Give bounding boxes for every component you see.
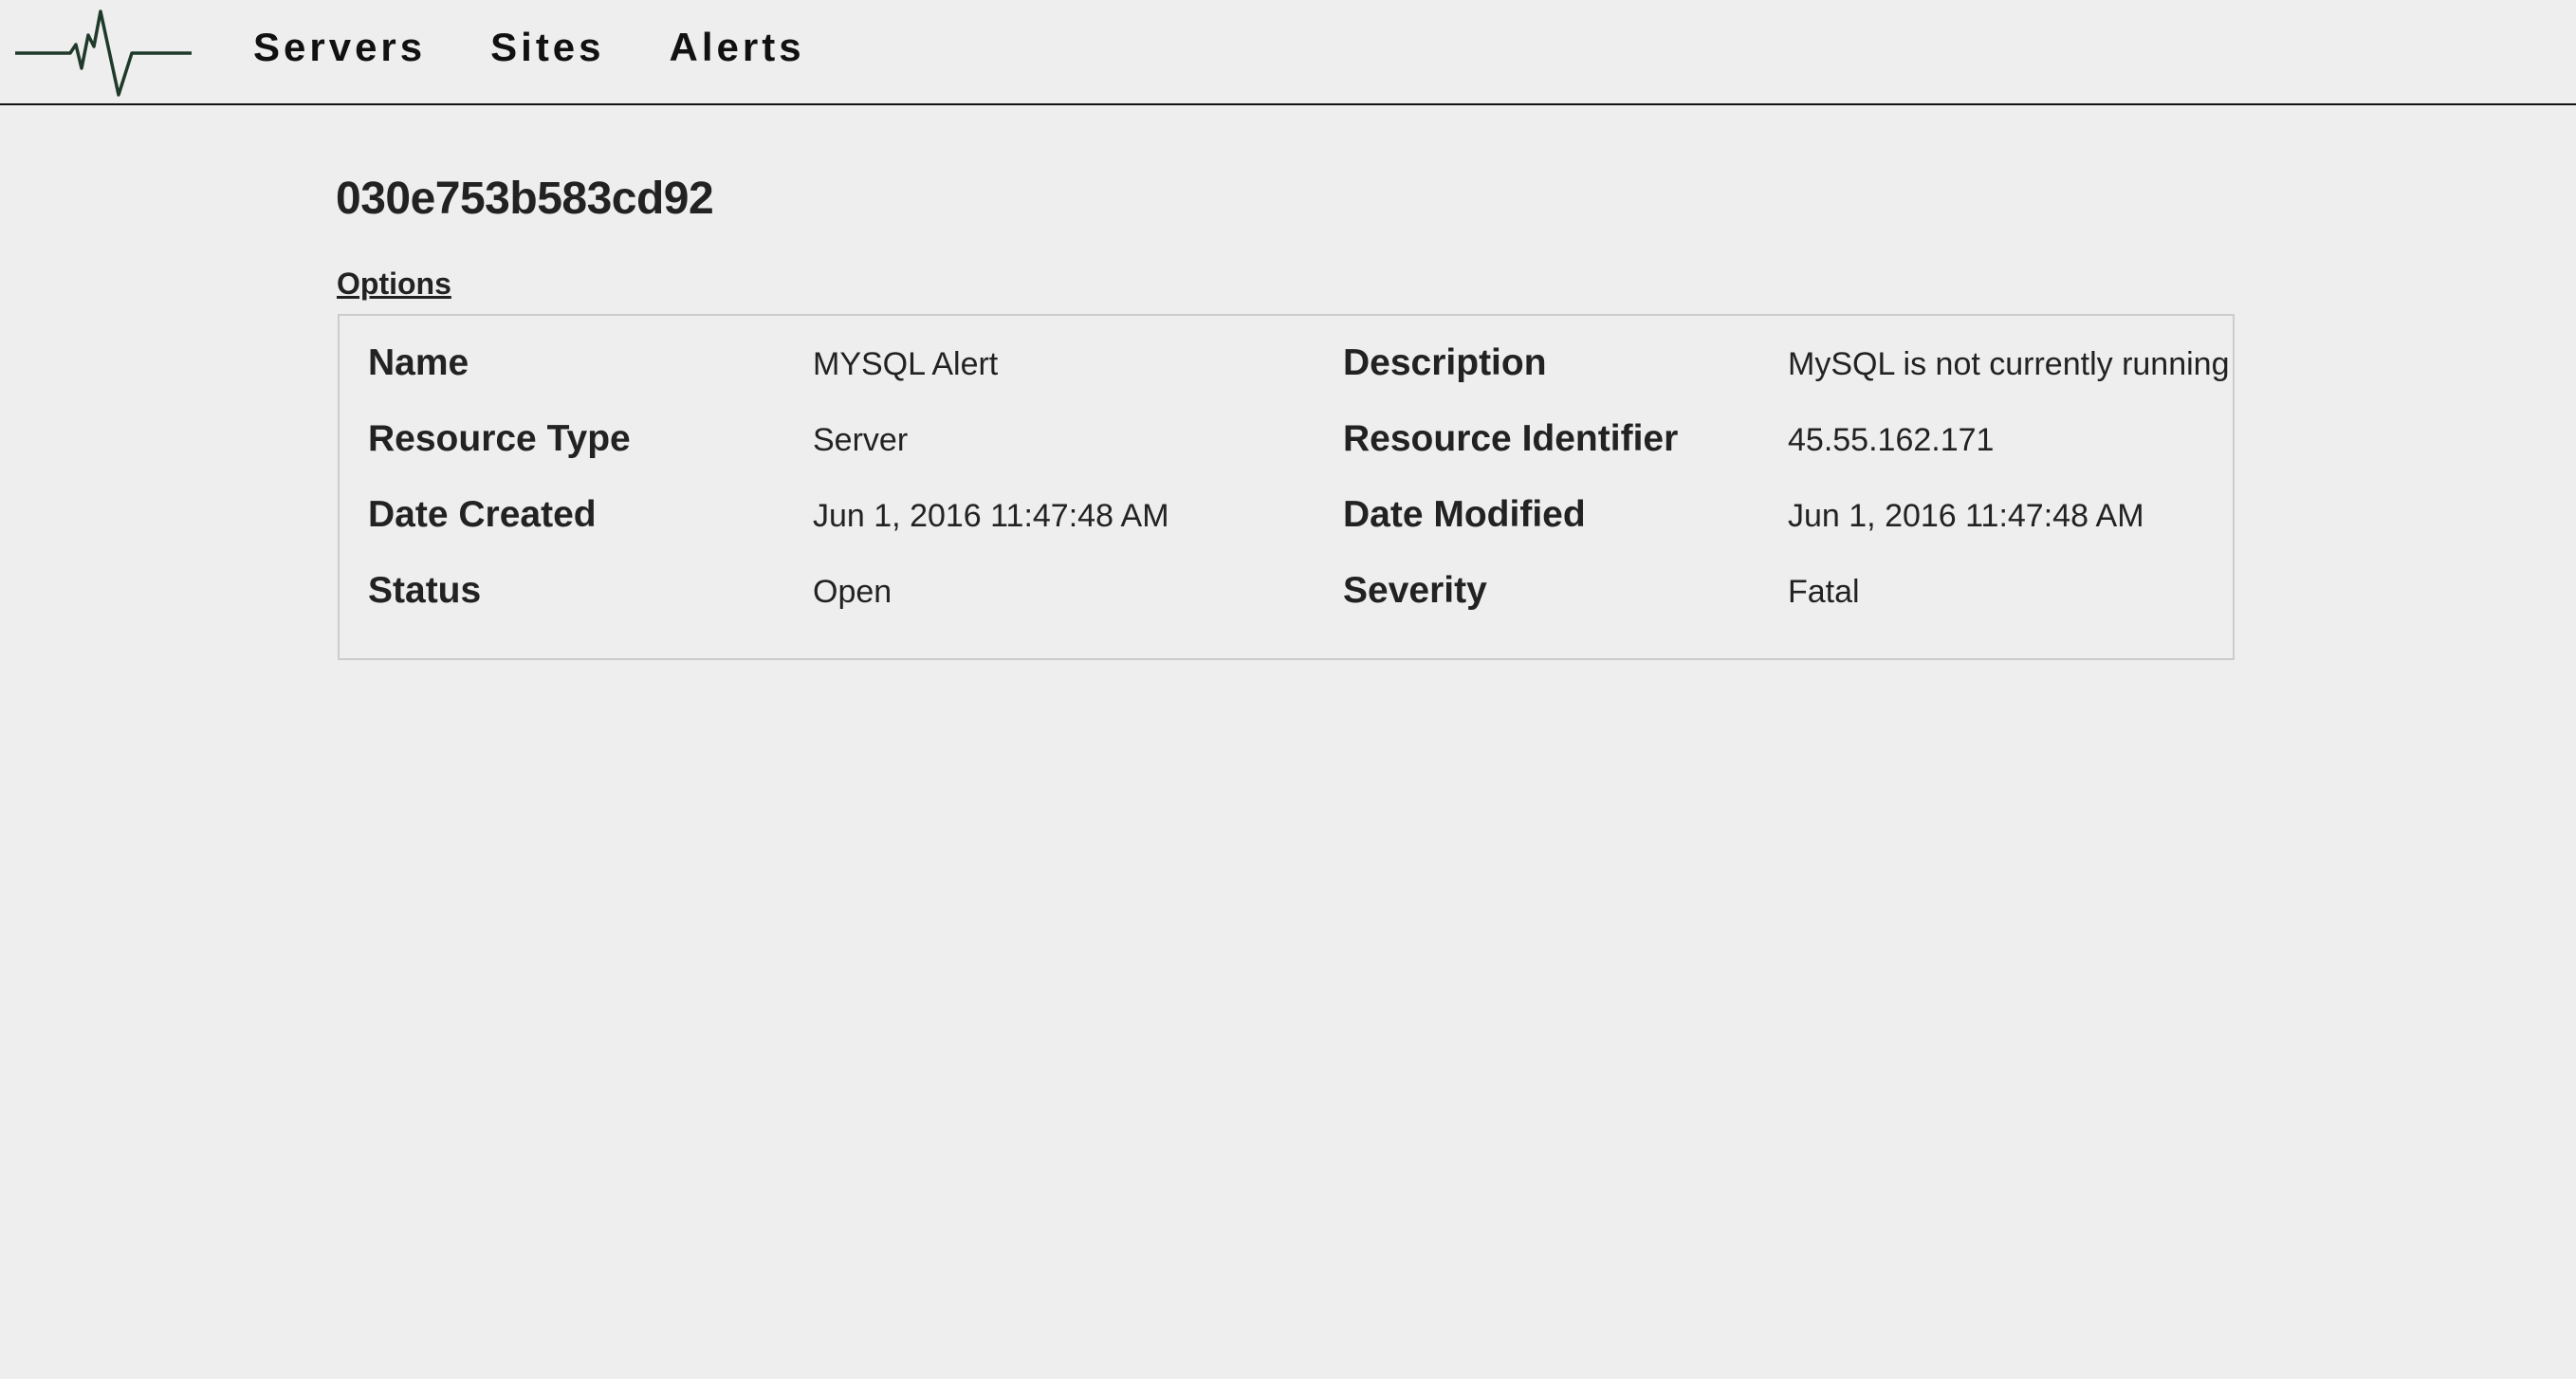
nav-alerts-link[interactable]: Alerts <box>670 25 805 70</box>
description-value: MySQL is not currently running <box>1788 346 2230 382</box>
description-label: Description <box>1343 342 1547 383</box>
resource-type-label: Resource Type <box>368 418 631 459</box>
page-title: 030e753b583cd92 <box>336 174 714 224</box>
date-modified-label: Date Modified <box>1343 494 1586 535</box>
date-modified-value: Jun 1, 2016 11:47:48 AM <box>1788 498 2144 534</box>
heartbeat-logo-icon[interactable] <box>15 6 192 99</box>
details-row: Status Open Severity Fatal <box>368 570 2233 646</box>
nav-servers-link[interactable]: Servers <box>253 25 426 70</box>
name-label: Name <box>368 342 469 383</box>
nav-sites-link[interactable]: Sites <box>490 25 604 70</box>
resource-type-value: Server <box>813 422 909 458</box>
details-row: Date Created Jun 1, 2016 11:47:48 AM Dat… <box>368 494 2233 570</box>
severity-value: Fatal <box>1788 574 1860 610</box>
top-navigation-bar: Servers Sites Alerts <box>0 0 2576 105</box>
details-row: Name MYSQL Alert Description MySQL is no… <box>368 342 2233 418</box>
resource-identifier-label: Resource Identifier <box>1343 418 1679 459</box>
severity-label: Severity <box>1343 570 1487 611</box>
details-row: Resource Type Server Resource Identifier… <box>368 418 2233 494</box>
alert-details-panel: Name MYSQL Alert Description MySQL is no… <box>338 314 2235 660</box>
options-link[interactable]: Options <box>337 267 451 302</box>
status-label: Status <box>368 570 482 611</box>
date-created-label: Date Created <box>368 494 597 535</box>
date-created-value: Jun 1, 2016 11:47:48 AM <box>813 498 1169 534</box>
name-value: MYSQL Alert <box>813 346 999 382</box>
status-value: Open <box>813 574 892 610</box>
main-nav: Servers Sites Alerts <box>253 0 870 95</box>
resource-identifier-value: 45.55.162.171 <box>1788 422 1995 458</box>
